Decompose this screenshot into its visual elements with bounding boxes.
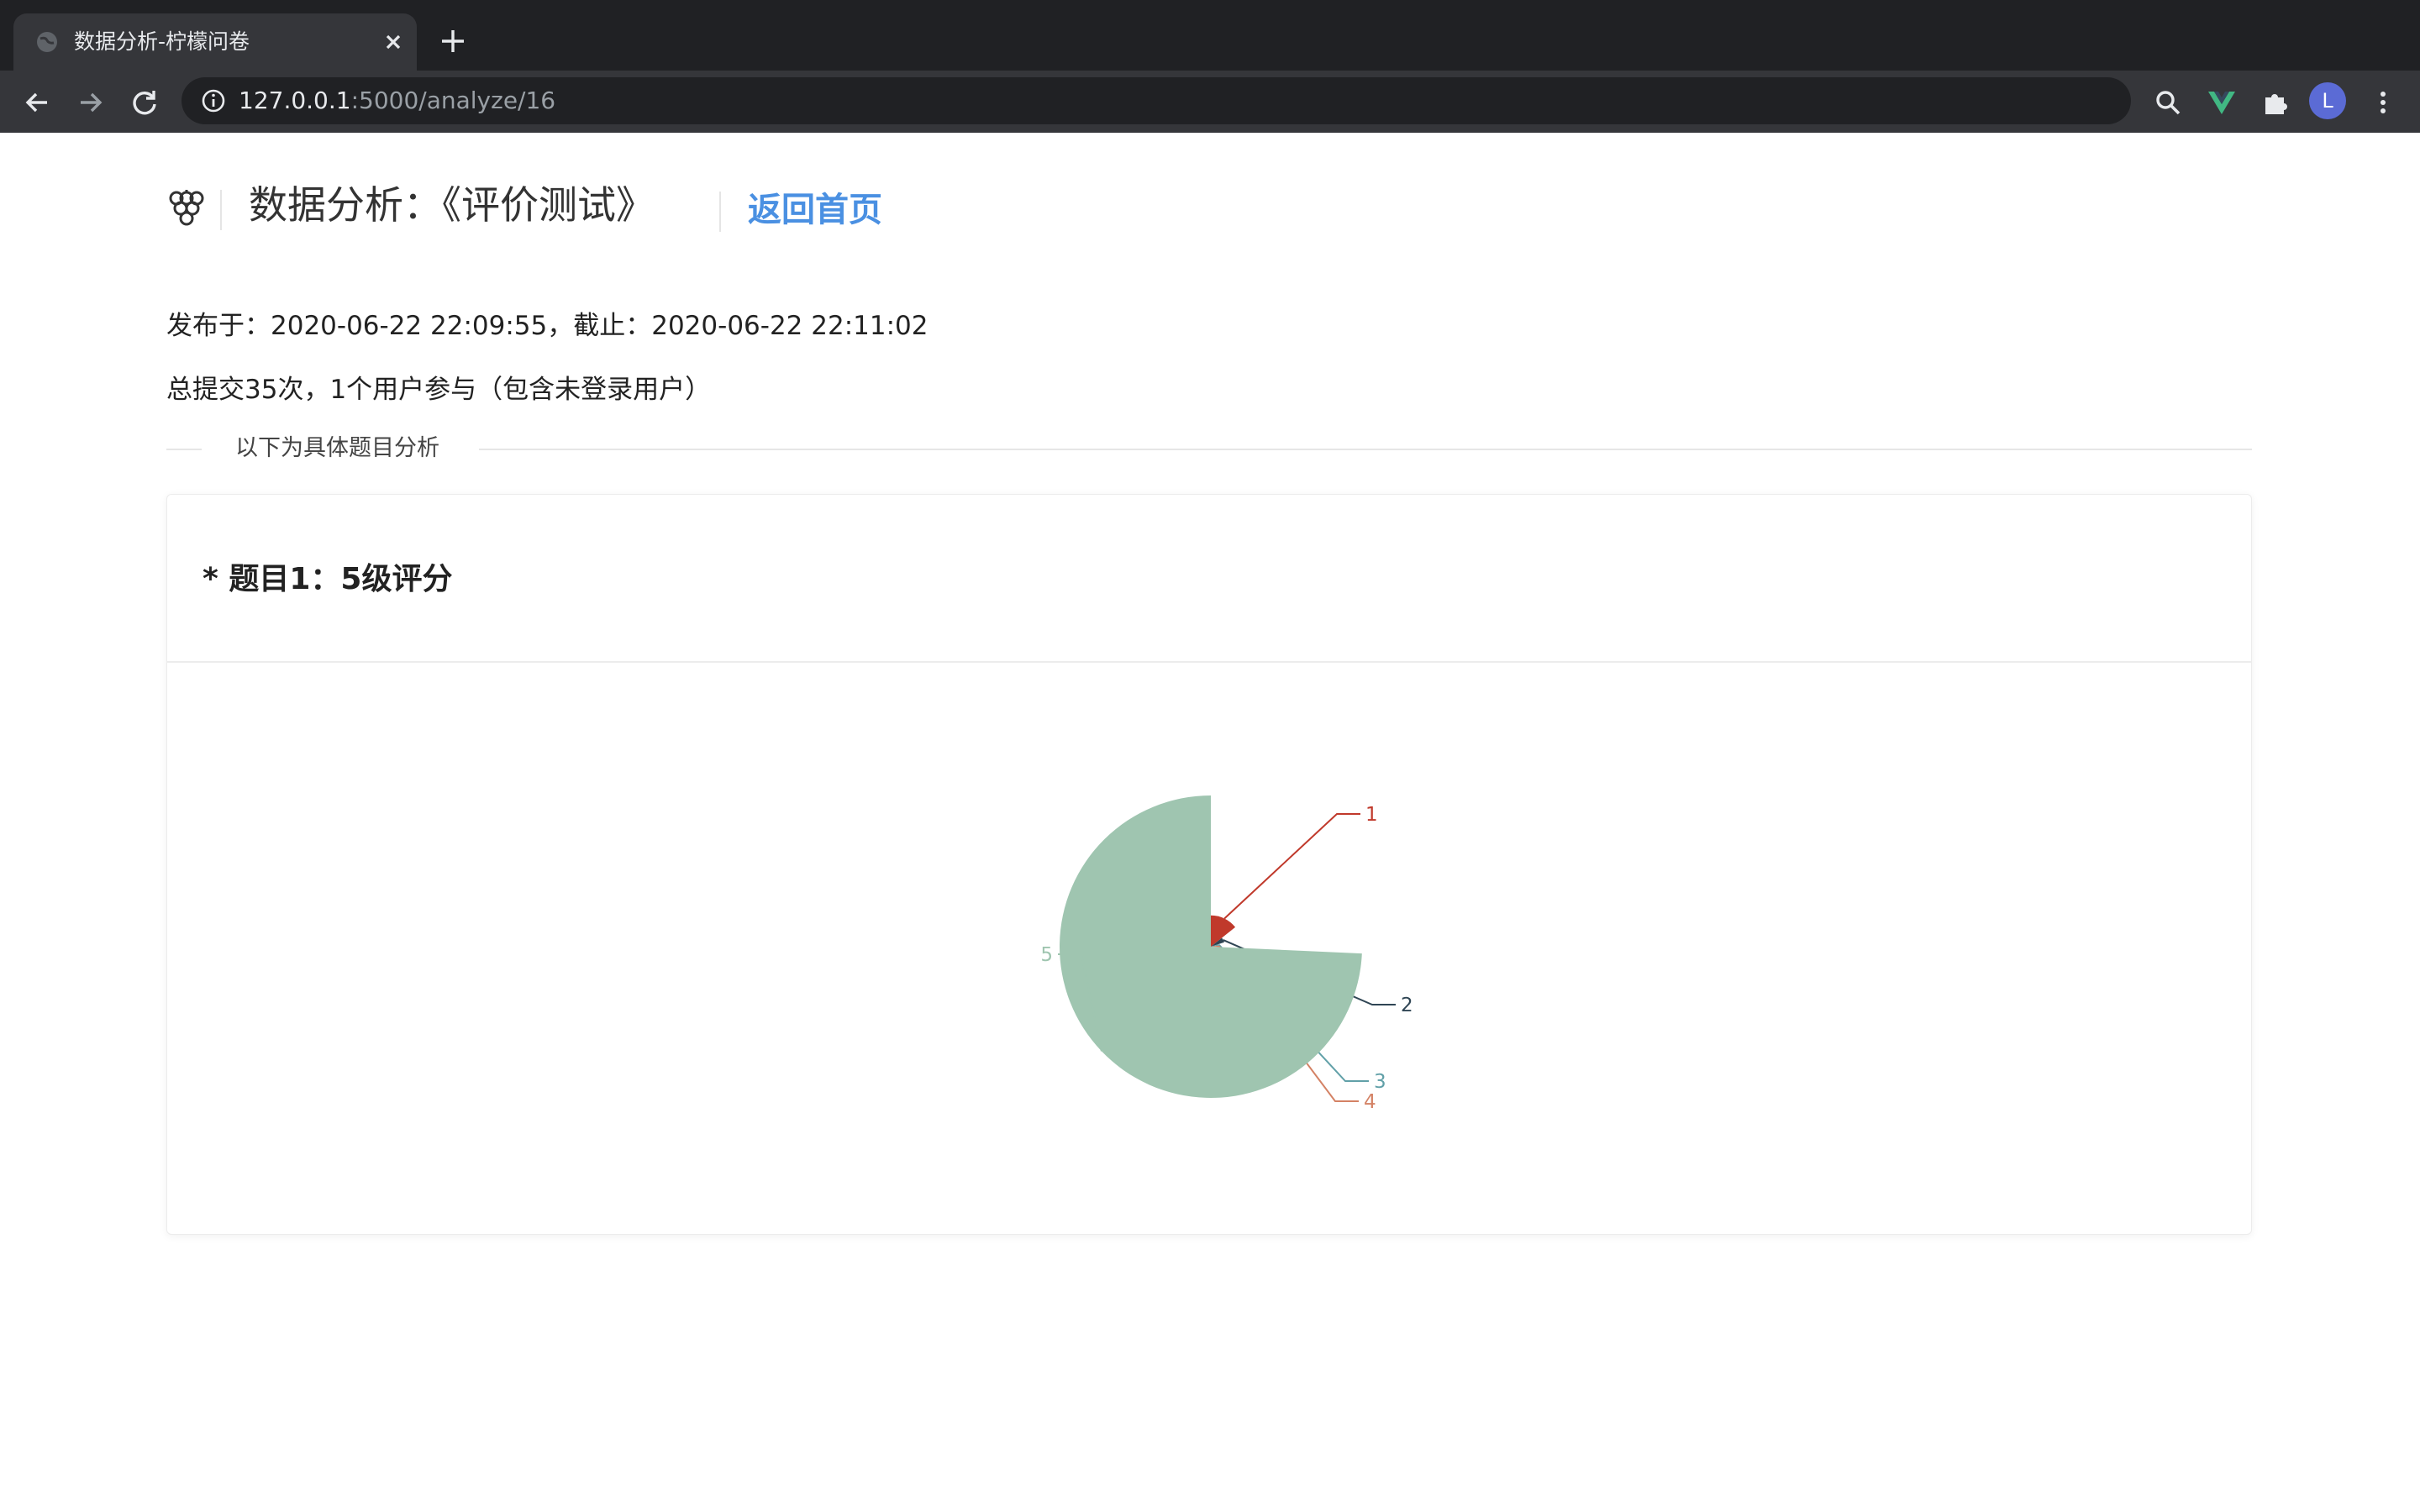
back-arrow-icon[interactable]	[20, 86, 54, 119]
tab-title: 数据分析-柠檬问卷	[74, 29, 250, 54]
slice-label-1: 1	[1365, 804, 1378, 826]
submission-summary-text: 总提交35次，1个用户参与（包含未登录用户）	[166, 375, 712, 405]
slice-label-2: 2	[1401, 995, 1413, 1016]
globe-icon	[37, 32, 57, 52]
slice-label-4: 4	[1364, 1091, 1376, 1113]
vue-devtools-icon[interactable]	[2205, 86, 2238, 119]
back-home-link[interactable]: 返回首页	[748, 185, 882, 235]
header-separator	[719, 192, 721, 232]
rating-pie-chart: 1 2 34 5	[1040, 795, 1413, 1113]
url-text[interactable]: 127.0.0.1:5000/analyze/16	[239, 87, 555, 115]
grapes-logo-icon	[169, 190, 204, 226]
forward-arrow-icon[interactable]	[74, 86, 108, 119]
label-line-1	[1223, 813, 1360, 920]
divider-line-left	[166, 449, 202, 450]
url-host: 127.0.0.1	[239, 87, 351, 114]
publish-time-text: 发布于：2020-06-22 22:09:55，截止：2020-06-22 22…	[166, 311, 929, 341]
slice-label-3: 3	[1374, 1071, 1386, 1093]
avatar[interactable]: L	[2309, 82, 2346, 119]
reload-icon[interactable]	[128, 86, 161, 119]
divider-line-right	[479, 449, 2252, 450]
question-card: * 题目1：5级评分 12345	[166, 494, 2252, 1235]
new-tab-icon[interactable]	[439, 27, 467, 55]
slice-label-5: 5	[1040, 944, 1053, 966]
section-divider-label: 以下为具体题目分析	[235, 435, 439, 461]
extensions-puzzle-icon[interactable]	[2259, 86, 2292, 119]
menu-dots-icon[interactable]	[2366, 86, 2400, 119]
info-icon[interactable]	[200, 87, 227, 114]
close-icon[interactable]	[380, 29, 407, 55]
pie-slice-5[interactable]	[1060, 795, 1362, 1098]
browser-tab[interactable]: 数据分析-柠檬问卷	[13, 13, 417, 71]
zoom-icon[interactable]	[2151, 86, 2185, 119]
page-title: 数据分析：《评价测试》	[249, 182, 655, 228]
header-separator	[220, 190, 222, 230]
url-path: :5000/analyze/16	[350, 87, 556, 114]
